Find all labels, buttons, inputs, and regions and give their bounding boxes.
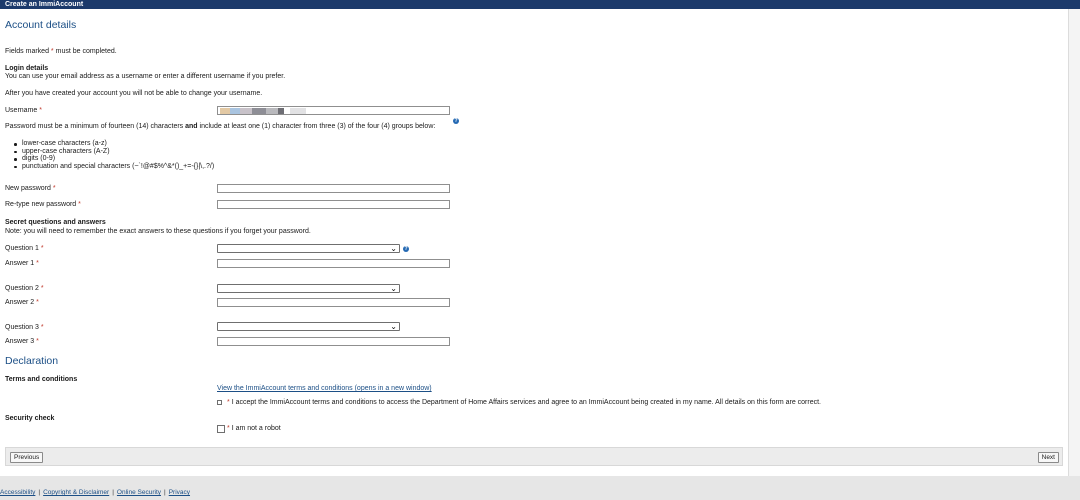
accept-terms-label: * I accept the ImmiAccount terms and con… bbox=[227, 399, 821, 406]
footer-links: Accessibility | Copyright & Disclaimer | Onl… bbox=[0, 489, 191, 496]
username-label: Username * bbox=[5, 107, 42, 114]
chevron-down-icon: ⌄ bbox=[390, 322, 397, 331]
form-navigation-bar: Previous Next bbox=[5, 447, 1063, 466]
answer-2-label: Answer 2 * bbox=[5, 299, 39, 306]
username-help-icon[interactable]: ? bbox=[453, 118, 459, 124]
footer-link-accessibility[interactable]: Accessibility bbox=[0, 489, 35, 496]
secret-questions-note: Note: you will need to remember the exac… bbox=[5, 228, 311, 235]
not-robot-checkbox[interactable] bbox=[217, 425, 225, 433]
question-1-label: Question 1 * bbox=[5, 245, 44, 252]
app-title: Create an ImmiAccount bbox=[5, 1, 84, 8]
next-button[interactable]: Next bbox=[1037, 452, 1059, 463]
redacted-block bbox=[278, 108, 284, 114]
username-input[interactable] bbox=[217, 106, 450, 115]
required-asterisk: * bbox=[50, 48, 54, 55]
previous-button[interactable]: Previous bbox=[10, 452, 44, 463]
form-panel: Account details Fields marked * must be … bbox=[0, 9, 1068, 476]
terms-link[interactable]: View the ImmiAccount terms and condition… bbox=[217, 385, 432, 392]
question-1-select[interactable]: ⌄ bbox=[217, 244, 400, 253]
top-banner: Create an ImmiAccount bbox=[0, 0, 1080, 9]
secret-questions-heading: Secret questions and answers bbox=[5, 219, 106, 226]
security-check-heading: Security check bbox=[5, 415, 55, 422]
login-details-heading: Login details bbox=[5, 65, 49, 72]
list-item: punctuation and special characters (~`!@… bbox=[5, 163, 214, 171]
answer-3-label: Answer 3 * bbox=[5, 338, 39, 345]
password-rule: Password must be a minimum of fourteen (… bbox=[5, 123, 436, 130]
new-password-input[interactable] bbox=[217, 184, 450, 193]
redacted-block bbox=[252, 108, 266, 114]
footer-link-copyright[interactable]: Copyright & Disclaimer bbox=[43, 489, 109, 496]
question-help-icon[interactable]: ? bbox=[403, 246, 409, 252]
redacted-block bbox=[220, 108, 230, 114]
redacted-block bbox=[290, 108, 306, 114]
footer-link-online-security[interactable]: Online Security bbox=[117, 489, 161, 496]
page-title: Account details bbox=[5, 19, 77, 31]
declaration-heading: Declaration bbox=[5, 355, 59, 367]
answer-1-input[interactable] bbox=[217, 259, 450, 268]
chevron-down-icon: ⌄ bbox=[390, 244, 397, 253]
question-2-label: Question 2 * bbox=[5, 285, 44, 292]
accept-terms-checkbox[interactable] bbox=[217, 400, 222, 405]
question-3-select[interactable]: ⌄ bbox=[217, 322, 400, 331]
new-password-label: New password * bbox=[5, 185, 56, 192]
chevron-down-icon: ⌄ bbox=[390, 284, 397, 293]
list-item: upper-case characters (A-Z) bbox=[5, 148, 214, 156]
password-groups-list: lower-case characters (a-z) upper-case c… bbox=[5, 140, 214, 170]
list-item: lower-case characters (a-z) bbox=[5, 140, 214, 148]
answer-3-input[interactable] bbox=[217, 337, 450, 346]
list-item: digits (0-9) bbox=[5, 155, 214, 163]
not-robot-label: * I am not a robot bbox=[227, 425, 281, 432]
question-3-label: Question 3 * bbox=[5, 324, 44, 331]
redacted-block bbox=[266, 108, 278, 114]
redacted-block bbox=[240, 108, 252, 114]
answer-2-input[interactable] bbox=[217, 298, 450, 307]
retype-password-input[interactable] bbox=[217, 200, 450, 209]
retype-password-label: Re-type new password * bbox=[5, 201, 81, 208]
required-note: Fields marked * must be completed. bbox=[5, 48, 117, 55]
answer-1-label: Answer 1 * bbox=[5, 260, 39, 267]
footer-link-privacy[interactable]: Privacy bbox=[169, 489, 190, 496]
vertical-scrollbar[interactable] bbox=[1068, 9, 1080, 476]
username-note: After you have created your account you … bbox=[5, 90, 263, 97]
login-intro: You can use your email address as a user… bbox=[5, 73, 286, 80]
terms-heading: Terms and conditions bbox=[5, 376, 78, 383]
redacted-block bbox=[230, 108, 240, 114]
question-2-select[interactable]: ⌄ bbox=[217, 284, 400, 293]
